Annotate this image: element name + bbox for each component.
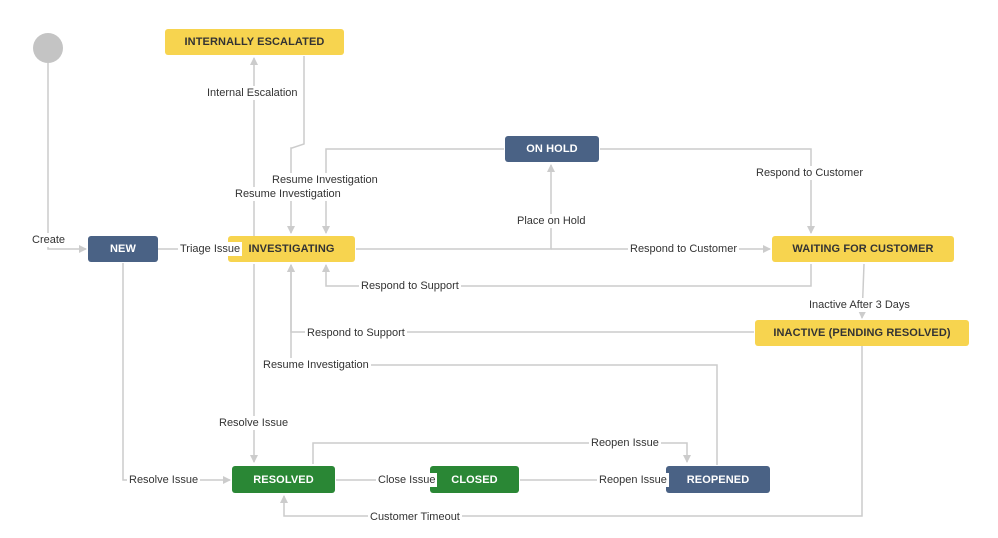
status-new[interactable]: NEW bbox=[88, 236, 158, 262]
transition-label-place-on-hold[interactable]: Place on Hold bbox=[515, 214, 588, 228]
status-inactive-pending-resolved[interactable]: INACTIVE (PENDING RESOLVED) bbox=[755, 320, 969, 346]
transition-label-resolve-issue[interactable]: Resolve Issue bbox=[217, 416, 291, 430]
transition-label-internal-escalation[interactable]: Internal Escalation bbox=[205, 86, 300, 100]
transition-label-customer-timeout[interactable]: Customer Timeout bbox=[368, 510, 462, 524]
transition-label-resume-investigation[interactable]: Resume Investigation bbox=[270, 173, 380, 187]
transition-lines bbox=[47, 56, 867, 517]
status-waiting-for-customer[interactable]: WAITING FOR CUSTOMER bbox=[772, 236, 954, 262]
transition-label-inactive-after-3-days[interactable]: Inactive After 3 Days bbox=[807, 298, 912, 312]
transition-label-respond-to-customer[interactable]: Respond to Customer bbox=[628, 242, 739, 256]
transition-label-respond-to-support[interactable]: Respond to Support bbox=[359, 279, 461, 293]
edge-create bbox=[47, 63, 87, 253]
edge-respond-support-2 bbox=[287, 264, 754, 333]
transition-label-respond-to-customer[interactable]: Respond to Customer bbox=[754, 166, 865, 180]
status-resolved[interactable]: RESOLVED bbox=[232, 466, 335, 493]
transition-label-reopen-issue[interactable]: Reopen Issue bbox=[597, 473, 669, 487]
transition-label-resume-investigation[interactable]: Resume Investigation bbox=[261, 358, 371, 372]
transition-label-resolve-issue[interactable]: Resolve Issue bbox=[127, 473, 201, 487]
transition-label-create[interactable]: Create bbox=[30, 233, 68, 247]
edge-resume-from-escalated bbox=[287, 56, 305, 234]
status-investigating[interactable]: INVESTIGATING bbox=[228, 236, 355, 262]
transition-label-reopen-issue[interactable]: Reopen Issue bbox=[589, 436, 661, 450]
start-node bbox=[33, 33, 63, 63]
status-internally-escalated[interactable]: INTERNALLY ESCALATED bbox=[165, 29, 344, 55]
edge-resume-from-onhold bbox=[322, 148, 504, 234]
status-reopened[interactable]: REOPENED bbox=[666, 466, 770, 493]
transition-label-close-issue[interactable]: Close Issue bbox=[376, 473, 438, 487]
status-closed[interactable]: CLOSED bbox=[430, 466, 519, 493]
workflow-diagram: INTERNALLY ESCALATED ON HOLD NEW INVESTI… bbox=[0, 0, 998, 538]
edge-respond-customer-2 bbox=[600, 148, 815, 234]
edge-resolve-issue-2 bbox=[122, 263, 231, 484]
transition-label-respond-to-support[interactable]: Respond to Support bbox=[305, 326, 407, 340]
transition-label-triage-issue[interactable]: Triage Issue bbox=[178, 242, 243, 256]
transition-label-resume-investigation[interactable]: Resume Investigation bbox=[233, 187, 343, 201]
edge-place-on-hold bbox=[356, 164, 555, 250]
status-on-hold[interactable]: ON HOLD bbox=[505, 136, 599, 162]
